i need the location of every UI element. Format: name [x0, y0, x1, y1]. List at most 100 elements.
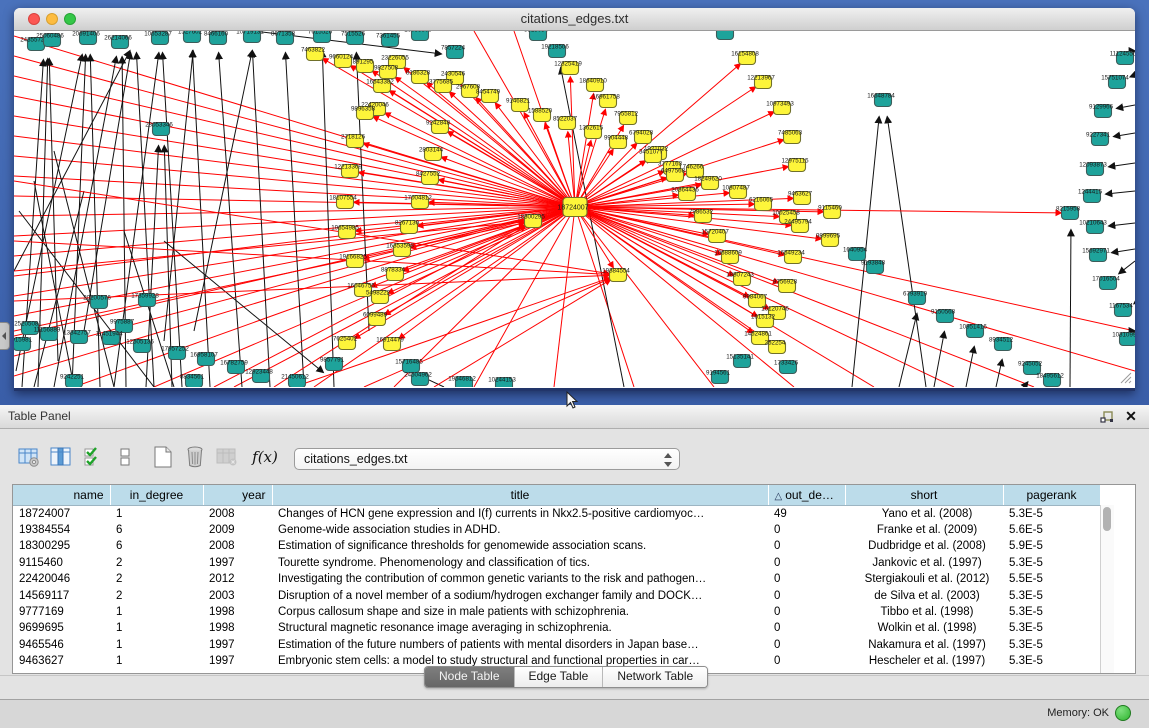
red-edge[interactable] [373, 117, 575, 207]
black-edge[interactable] [1112, 249, 1135, 253]
cell-title[interactable]: Changes of HCN gene expression and I(f) … [272, 505, 768, 522]
cell-year[interactable]: 1997 [203, 637, 272, 653]
table-row[interactable]: 911546021997Tourette syndrome. Phenomeno… [13, 555, 1100, 571]
table-row[interactable]: 969969511998Structural magnetic resonanc… [13, 620, 1100, 636]
black-edge[interactable] [1070, 230, 1071, 387]
red-edge[interactable] [294, 278, 609, 387]
row-height-button[interactable] [112, 444, 138, 470]
column-header-in_degree[interactable]: in_degree [110, 485, 203, 505]
table-row[interactable]: 1830029562008Estimation of significance … [13, 538, 1100, 554]
black-edge[interactable] [966, 347, 974, 387]
black-edge[interactable] [1117, 105, 1135, 108]
cell-year[interactable]: 1998 [203, 620, 272, 636]
black-edge[interactable] [1109, 223, 1135, 226]
column-header-name[interactable]: name [13, 485, 110, 505]
cell-name[interactable]: 14569117 [13, 587, 110, 603]
cell-in_degree[interactable]: 2 [110, 555, 203, 571]
cell-in_degree[interactable]: 1 [110, 604, 203, 620]
cell-pagerank[interactable]: 5.3E-5 [1003, 555, 1100, 571]
cell-in_degree[interactable]: 1 [110, 637, 203, 653]
cell-name[interactable]: 9465546 [13, 637, 110, 653]
cell-title[interactable]: Structural magnetic resonance image aver… [272, 620, 768, 636]
red-edge[interactable] [14, 223, 524, 331]
red-edge[interactable] [575, 207, 769, 309]
cell-name[interactable]: 22420046 [13, 571, 110, 587]
table-row[interactable]: 1872400712008Changes of HCN gene express… [13, 505, 1100, 522]
table-row[interactable]: 946554611997Estimation of the future num… [13, 637, 1100, 653]
cell-year[interactable]: 1998 [203, 604, 272, 620]
cell-name[interactable]: 18300295 [13, 538, 110, 554]
cell-pagerank[interactable]: 5.3E-5 [1003, 653, 1100, 669]
table-selector-combobox[interactable]: citations_edges.txt [294, 448, 680, 470]
cell-in_degree[interactable]: 1 [110, 620, 203, 636]
cell-out_degree[interactable]: 0 [768, 571, 845, 587]
cell-pagerank[interactable]: 5.3E-5 [1003, 620, 1100, 636]
table-mode-button[interactable] [16, 444, 42, 470]
red-edge[interactable] [554, 207, 575, 387]
network-canvas[interactable]: 7463822966012489129523226055982750881863… [14, 31, 1135, 387]
cell-in_degree[interactable]: 1 [110, 505, 203, 522]
red-edge[interactable] [575, 207, 1135, 331]
black-edge[interactable] [1106, 191, 1135, 194]
cell-in_degree[interactable]: 1 [110, 653, 203, 669]
cell-short[interactable]: de Silva et al. (2003) [845, 587, 1003, 603]
black-edge[interactable] [192, 51, 210, 387]
black-edge[interactable] [996, 360, 1002, 387]
tab-network-table[interactable]: Network Table [603, 667, 707, 687]
cell-name[interactable]: 19384554 [13, 522, 110, 538]
cell-title[interactable]: Tourette syndrome. Phenomenology and cla… [272, 555, 768, 571]
cell-year[interactable]: 2009 [203, 522, 272, 538]
scrollbar-thumb[interactable] [1103, 507, 1111, 531]
cell-title[interactable]: Genome-wide association studies in ADHD. [272, 522, 768, 538]
black-edge[interactable] [194, 51, 252, 331]
cell-in_degree[interactable]: 6 [110, 522, 203, 538]
cell-pagerank[interactable]: 5.3E-5 [1003, 604, 1100, 620]
import-table-disabled-button[interactable] [214, 444, 240, 470]
table-row[interactable]: 977716911998Corpus callosum shape and si… [13, 604, 1100, 620]
tab-edge-table[interactable]: Edge Table [515, 667, 604, 687]
cell-short[interactable]: Hescheler et al. (1997) [845, 653, 1003, 669]
vertical-scrollbar[interactable] [1100, 505, 1114, 673]
column-visibility-button[interactable] [48, 444, 74, 470]
column-header-title[interactable]: title [272, 485, 768, 505]
cell-name[interactable]: 18724007 [13, 505, 110, 522]
cell-short[interactable]: Dudbridge et al. (2008) [845, 538, 1003, 554]
cell-pagerank[interactable]: 5.3E-5 [1003, 587, 1100, 603]
cell-year[interactable]: 1997 [203, 555, 272, 571]
red-edge[interactable] [434, 280, 610, 387]
cell-out_degree[interactable]: 0 [768, 555, 845, 571]
black-edge[interactable] [1114, 133, 1135, 137]
cell-title[interactable]: Corpus callosum shape and size in male p… [272, 604, 768, 620]
cell-pagerank[interactable]: 5.6E-5 [1003, 522, 1100, 538]
cell-year[interactable]: 2008 [203, 505, 272, 522]
black-edge[interactable] [285, 53, 304, 387]
select-all-rows-button[interactable] [80, 444, 106, 470]
black-edge[interactable] [1134, 303, 1135, 304]
red-edge[interactable] [14, 222, 524, 271]
black-edge[interactable] [899, 314, 917, 387]
cell-out_degree[interactable]: 0 [768, 587, 845, 603]
table-row[interactable]: 2242004622012Investigating the contribut… [13, 571, 1100, 587]
red-edge[interactable] [14, 241, 609, 274]
function-builder-button[interactable]: f(x) [252, 444, 278, 470]
red-edge[interactable] [214, 225, 525, 387]
cell-title[interactable]: Estimation of significance thresholds fo… [272, 538, 768, 554]
column-header-pagerank[interactable]: pagerank [1003, 485, 1100, 505]
cell-short[interactable]: Yano et al. (2008) [845, 505, 1003, 522]
cell-year[interactable]: 2012 [203, 571, 272, 587]
black-edge[interactable] [887, 117, 926, 387]
black-edge[interactable] [122, 57, 126, 387]
cell-out_degree[interactable]: 0 [768, 620, 845, 636]
cell-year[interactable]: 1997 [203, 653, 272, 669]
column-header-out_degree[interactable]: △out_de… [768, 485, 845, 505]
west-panel-collapse-handle[interactable] [0, 322, 10, 350]
cell-out_degree[interactable]: 49 [768, 505, 845, 522]
cell-title[interactable]: Estimation of the future numbers of pati… [272, 637, 768, 653]
cell-out_degree[interactable]: 0 [768, 538, 845, 554]
create-table-button[interactable] [150, 444, 176, 470]
black-edge[interactable] [163, 53, 182, 387]
close-panel-icon[interactable]: ✕ [1123, 408, 1139, 424]
black-edge[interactable] [1130, 75, 1135, 77]
resize-grip-icon[interactable] [1118, 370, 1132, 384]
cell-year[interactable]: 2008 [203, 538, 272, 554]
